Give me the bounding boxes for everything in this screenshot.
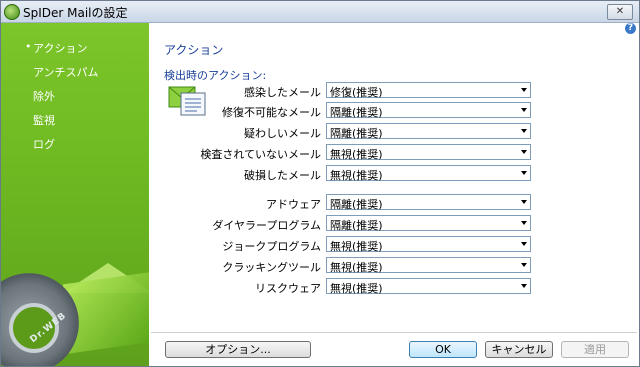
settings-window: SpIDer Mailの設定 ✕ ? • アクション アンチスパム 除外 監視 …: [0, 0, 640, 367]
footer-divider: [151, 332, 637, 333]
select-value: 隔離(推奨): [330, 127, 383, 140]
suspicious-mail-label: 疑わしいメール: [244, 127, 321, 140]
select-value: 無視(推奨): [330, 282, 383, 295]
dialer-select[interactable]: 隔離(推奨): [326, 215, 531, 232]
mail-list-icon: [168, 86, 206, 116]
options-button[interactable]: オプション...: [165, 341, 311, 358]
active-bullet-icon: •: [25, 40, 32, 53]
chevron-down-icon: [521, 88, 527, 92]
sidebar: • アクション アンチスパム 除外 監視 ログ Dr.WEB: [1, 23, 149, 366]
dialer-label: ダイヤラープログラム: [212, 219, 321, 232]
sidebar-item-monitoring[interactable]: 監視: [33, 112, 55, 128]
unchecked-mail-label: 検査されていないメール: [200, 148, 321, 161]
sidebar-item-antispam[interactable]: アンチスパム: [33, 64, 99, 80]
chevron-down-icon: [521, 284, 527, 288]
select-value: 修復(推奨): [330, 86, 383, 99]
riskware-select[interactable]: 無視(推奨): [326, 278, 531, 295]
joke-program-label: ジョークプログラム: [222, 240, 321, 253]
chevron-down-icon: [521, 171, 527, 175]
select-value: 隔離(推奨): [330, 219, 383, 232]
chevron-down-icon: [521, 108, 527, 112]
cancel-button[interactable]: キャンセル: [485, 341, 553, 358]
sidebar-item-label: アクション: [33, 42, 88, 55]
select-value: 隔離(推奨): [330, 106, 383, 119]
hacktool-select[interactable]: 無視(推奨): [326, 257, 531, 274]
title-bar[interactable]: SpIDer Mailの設定 ✕: [1, 1, 639, 23]
joke-program-select[interactable]: 無視(推奨): [326, 236, 531, 253]
chevron-down-icon: [521, 200, 527, 204]
select-value: 無視(推奨): [330, 148, 383, 161]
ok-button[interactable]: OK: [409, 341, 477, 358]
apply-button[interactable]: 適用: [561, 341, 629, 358]
page-title: アクション: [164, 43, 224, 57]
incurable-mail-select[interactable]: 隔離(推奨): [326, 102, 531, 119]
sidebar-item-label: 監視: [33, 114, 55, 127]
close-button[interactable]: ✕: [607, 4, 633, 20]
infected-mail-label: 感染したメール: [244, 86, 321, 99]
select-value: 無視(推奨): [330, 240, 383, 253]
sidebar-item-label: アンチスパム: [33, 66, 99, 79]
chevron-down-icon: [521, 263, 527, 267]
damaged-mail-label: 破損したメール: [244, 169, 321, 182]
spider-app-icon: [4, 4, 20, 20]
window-title: SpIDer Mailの設定: [23, 6, 128, 20]
unchecked-mail-select[interactable]: 無視(推奨): [326, 144, 531, 161]
sidebar-item-log[interactable]: ログ: [33, 136, 55, 152]
sidebar-item-actions[interactable]: • アクション: [25, 40, 88, 56]
sidebar-item-label: 除外: [33, 90, 55, 103]
select-value: 無視(推奨): [330, 169, 383, 182]
incurable-mail-label: 修復不可能なメール: [222, 106, 321, 119]
infected-mail-select[interactable]: 修復(推奨): [326, 82, 531, 99]
damaged-mail-select[interactable]: 無視(推奨): [326, 165, 531, 182]
adware-label: アドウェア: [266, 198, 321, 211]
hacktool-label: クラッキングツール: [222, 261, 321, 274]
sidebar-item-label: ログ: [33, 138, 55, 151]
chevron-down-icon: [521, 150, 527, 154]
help-icon[interactable]: ?: [625, 23, 636, 34]
suspicious-mail-select[interactable]: 隔離(推奨): [326, 123, 531, 140]
select-value: 隔離(推奨): [330, 198, 383, 211]
chevron-down-icon: [521, 129, 527, 133]
sidebar-item-exclusions[interactable]: 除外: [33, 88, 55, 104]
riskware-label: リスクウェア: [255, 282, 321, 295]
select-value: 無視(推奨): [330, 261, 383, 274]
chevron-down-icon: [521, 242, 527, 246]
adware-select[interactable]: 隔離(推奨): [326, 194, 531, 211]
chevron-down-icon: [521, 221, 527, 225]
